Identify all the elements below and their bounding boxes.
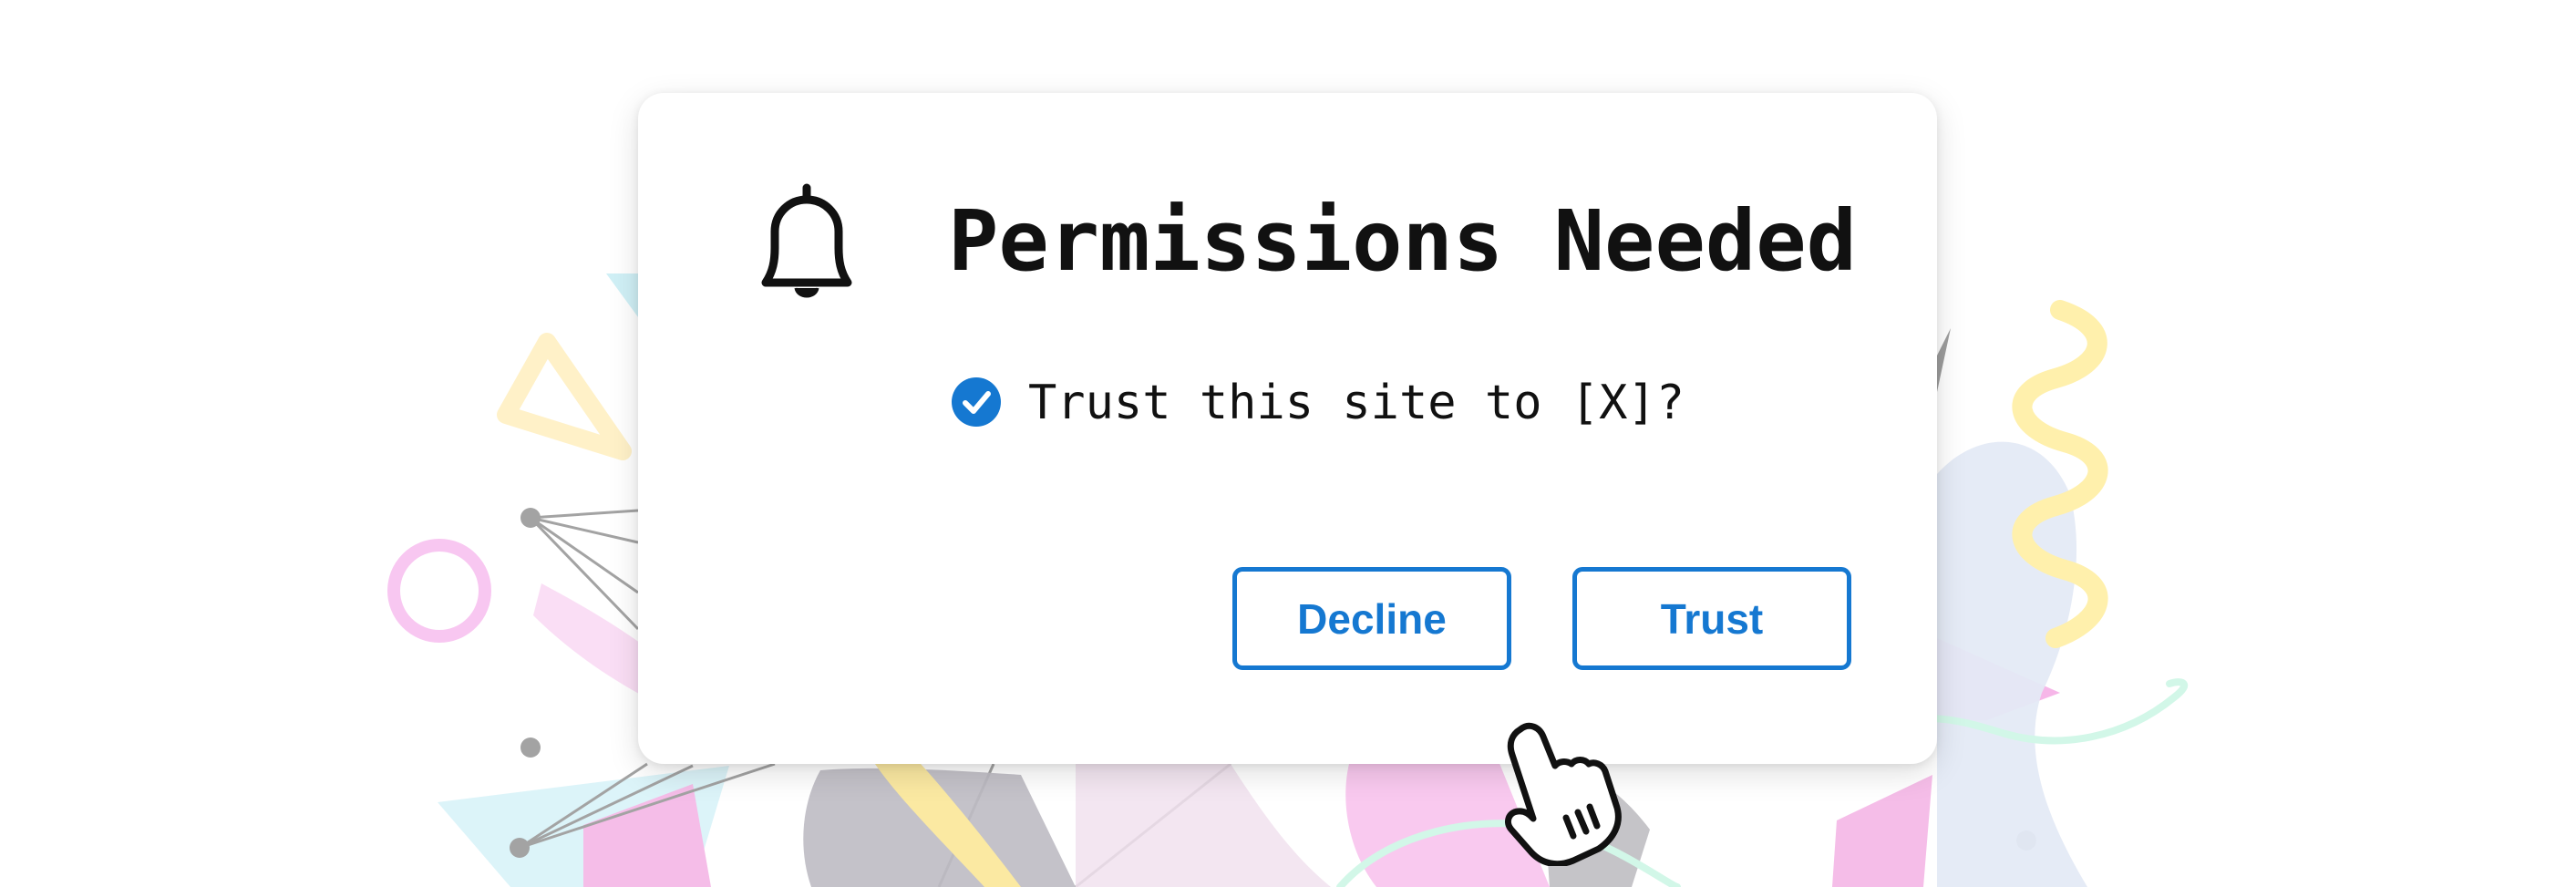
check-circle-icon [952, 377, 1001, 427]
decline-button[interactable]: Decline [1232, 567, 1511, 670]
hand-pointer-icon [1505, 722, 1622, 866]
trust-button[interactable]: Trust [1572, 567, 1851, 670]
dialog-title: Permissions Needed [948, 192, 1857, 290]
dialog-message: Trust this site to [X]? [1028, 376, 1685, 430]
permission-dialog: Permissions Needed Trust this site to [X… [638, 93, 1937, 764]
bell-icon [761, 183, 852, 298]
